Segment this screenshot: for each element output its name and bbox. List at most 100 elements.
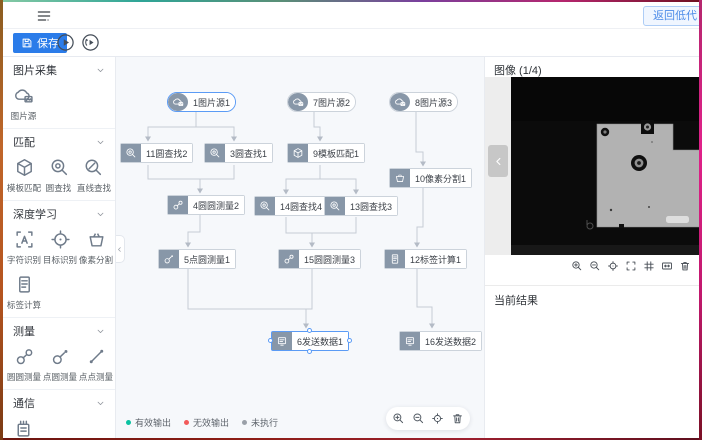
node-send-data-2[interactable]: 16发送数据2 — [399, 331, 482, 351]
node-circle-find-1[interactable]: 3圆查找1 — [204, 143, 273, 163]
node-circle-find-4[interactable]: 14圆查找4 — [254, 196, 328, 216]
section-header-image-acquisition[interactable]: 图片采集 — [3, 57, 115, 83]
grid-icon[interactable] — [643, 260, 655, 272]
section-header-communication[interactable]: 通信 — [3, 390, 115, 416]
toolbar: 保存 — [3, 29, 699, 57]
circle-find-icon — [325, 197, 345, 215]
sidebar-item-circle-circle-measure[interactable]: 圆圆测量 — [6, 346, 42, 383]
zoom-in-icon[interactable] — [392, 412, 405, 425]
legend-label: 有效输出 — [135, 416, 171, 429]
node-template-match-1[interactable]: 9模板匹配1 — [287, 143, 365, 163]
tool-label: 点点测量 — [79, 370, 113, 382]
circle-find-icon — [255, 197, 275, 215]
zoom-out-icon[interactable] — [589, 260, 601, 272]
send-data-icon — [400, 332, 420, 350]
node-point-circle-measure-1[interactable]: 5点圆测量1 — [158, 249, 236, 269]
locate-icon[interactable] — [431, 412, 444, 425]
node-send-data-1[interactable]: 6发送数据1 — [271, 331, 349, 351]
chevron-left-icon — [116, 246, 123, 253]
node-image-source-3[interactable]: 8图片源3 — [389, 92, 458, 112]
node-label: 16发送数据2 — [420, 332, 481, 350]
sidebar-item-circle-find[interactable]: 圆查找 — [42, 157, 76, 194]
status-legend: 有效输出 无效输出 未执行 — [126, 416, 278, 429]
previous-image-button[interactable] — [488, 145, 508, 177]
node-pixel-segmentation-1[interactable]: 10像素分割1 — [389, 168, 472, 188]
section-title: 深度学习 — [13, 206, 57, 222]
tool-label: 标签计算 — [7, 298, 41, 310]
node-label: 1图片源1 — [188, 93, 235, 111]
sidebar-item-protocol[interactable] — [6, 418, 41, 438]
tool-label: 圆查找 — [46, 181, 72, 193]
sidebar-item-target-recognition[interactable]: 目标识别 — [42, 229, 78, 266]
sidebar-item-template-match[interactable]: 模板匹配 — [6, 157, 42, 194]
flow-canvas[interactable]: 1图片源1 7图片源2 8图片源3 11圆查找2 3圆查找1 — [116, 57, 484, 438]
menu-list-icon[interactable] — [36, 8, 52, 24]
chevron-down-icon[interactable] — [96, 210, 105, 219]
tool-label: 圆圆测量 — [7, 370, 41, 382]
run-continuous-icon[interactable] — [81, 33, 100, 52]
sidebar-item-image-source[interactable]: 图片源 — [6, 85, 41, 122]
section-matching: 匹配 模板匹配 圆查找 直 — [3, 129, 115, 201]
node-image-source-2[interactable]: 7图片源2 — [287, 92, 356, 112]
node-label: 11圆查找2 — [141, 144, 192, 162]
sidebar-item-point-point-measure[interactable]: 点点测量 — [78, 346, 114, 383]
node-circle-circle-measure-3[interactable]: 15圆圆测量3 — [278, 249, 361, 269]
chevron-down-icon[interactable] — [96, 66, 105, 75]
sidebar-collapse-handle[interactable] — [116, 235, 125, 263]
cloud-image-icon — [13, 85, 34, 106]
tool-label: 点圆测量 — [43, 370, 77, 382]
tool-label: 字符识别 — [7, 253, 41, 265]
back-to-lowcode-button[interactable]: 返回低代 — [643, 6, 699, 26]
fit-icon[interactable] — [661, 260, 673, 272]
legend-dot-green — [126, 420, 131, 425]
tool-label: 目标识别 — [43, 253, 77, 265]
pixel-segmentation-icon — [390, 169, 410, 187]
pixel-segmentation-icon — [86, 229, 107, 250]
node-label: 3圆查找1 — [225, 144, 272, 162]
locate-icon[interactable] — [607, 260, 619, 272]
circle-circle-measure-icon — [168, 196, 188, 214]
trash-icon[interactable] — [451, 412, 464, 425]
cloud-image-icon — [390, 93, 410, 111]
node-label: 12标签计算1 — [405, 250, 466, 268]
sidebar-item-pixel-segmentation[interactable]: 像素分割 — [78, 229, 114, 266]
node-circle-find-3[interactable]: 13圆查找3 — [324, 196, 398, 216]
legend-dot-red — [184, 420, 189, 425]
module-sidebar: 图片采集 图片源 匹配 — [3, 57, 116, 438]
node-handle-top[interactable] — [307, 328, 312, 333]
node-circle-find-2[interactable]: 11圆查找2 — [120, 143, 193, 163]
zoom-in-icon[interactable] — [571, 260, 583, 272]
node-label: 14圆查找4 — [275, 197, 327, 215]
viewer-toolbar — [571, 260, 691, 272]
chevron-down-icon[interactable] — [96, 399, 105, 408]
panel-divider — [485, 285, 699, 286]
sidebar-item-label-calc[interactable]: 标签计算 — [6, 274, 42, 311]
section-deep-learning: 深度学习 字符识别 目标识别 — [3, 201, 115, 318]
node-label: 6发送数据1 — [292, 332, 348, 350]
chevron-down-icon[interactable] — [96, 138, 105, 147]
node-handle-left[interactable] — [268, 338, 273, 343]
node-circle-circle-measure-2[interactable]: 4圆圆测量2 — [167, 195, 245, 215]
label-calc-icon — [385, 250, 405, 268]
inspection-image[interactable] — [511, 77, 699, 255]
section-header-measurement[interactable]: 测量 — [3, 318, 115, 344]
node-handle-bottom[interactable] — [307, 349, 312, 354]
chevron-down-icon[interactable] — [96, 327, 105, 336]
section-title: 通信 — [13, 395, 35, 411]
run-once-icon[interactable] — [56, 33, 75, 52]
node-handle-right[interactable] — [347, 338, 352, 343]
section-header-matching[interactable]: 匹配 — [3, 129, 115, 155]
sidebar-item-line-find[interactable]: 直线查找 — [76, 157, 112, 194]
node-label-calc-1[interactable]: 12标签计算1 — [384, 249, 467, 269]
zoom-out-icon[interactable] — [412, 412, 425, 425]
cloud-image-icon — [288, 93, 308, 111]
trash-icon[interactable] — [679, 260, 691, 272]
sidebar-item-point-circle-measure[interactable]: 点圆测量 — [42, 346, 78, 383]
main-area: 图片采集 图片源 匹配 — [3, 57, 699, 438]
section-header-deep-learning[interactable]: 深度学习 — [3, 201, 115, 227]
node-image-source-1[interactable]: 1图片源1 — [167, 92, 236, 112]
tool-label: 直线查找 — [77, 181, 111, 193]
fullscreen-icon[interactable] — [625, 260, 637, 272]
tool-label: 图片源 — [11, 109, 37, 121]
sidebar-item-char-recognition[interactable]: 字符识别 — [6, 229, 42, 266]
